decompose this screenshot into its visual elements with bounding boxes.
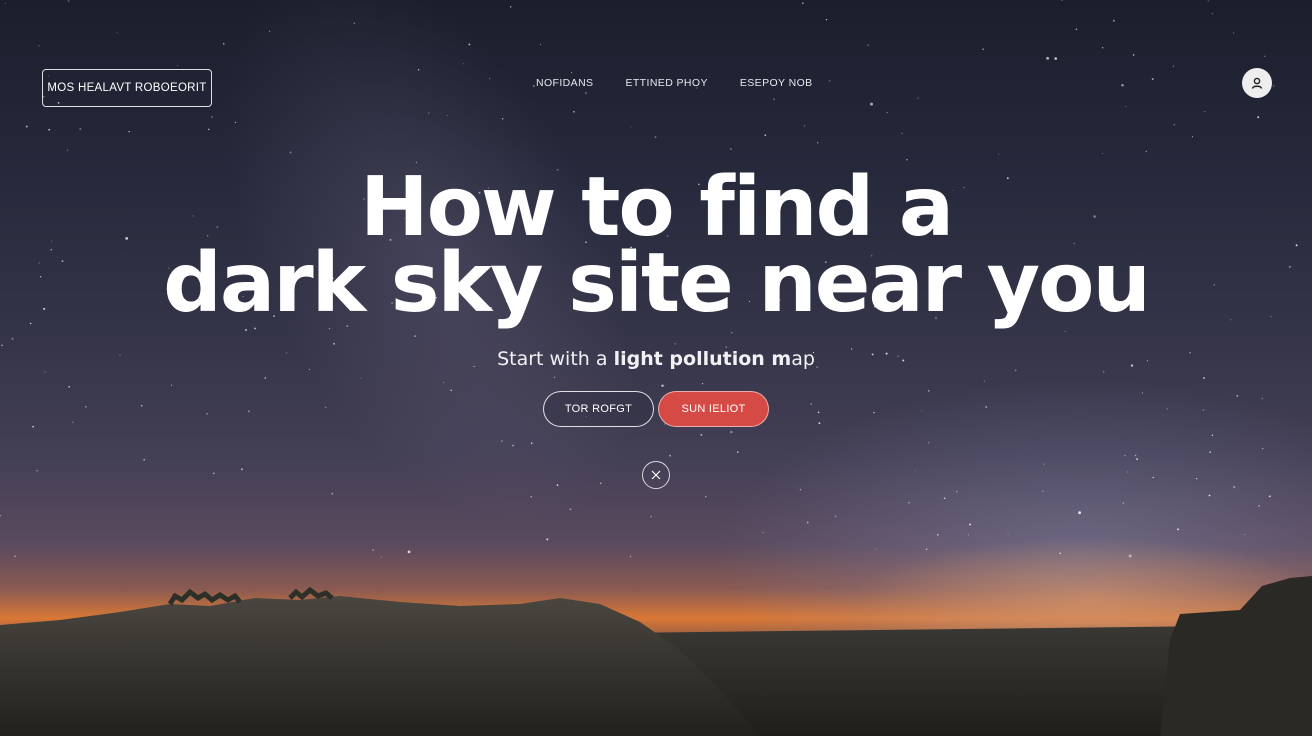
page-title: How to find a dark sky site near you (0, 160, 1312, 331)
close-icon (651, 470, 661, 480)
nav-link-3[interactable]: ESEPOY NOB (736, 77, 817, 89)
subtitle-suffix: ap (791, 348, 815, 370)
user-icon (1251, 77, 1263, 89)
primary-cta-button[interactable]: SUN IELIOT (658, 391, 769, 427)
secondary-cta-button[interactable]: TOR ROFGT (543, 391, 654, 427)
close-button[interactable] (642, 461, 670, 489)
hero-section: MOS HEALAVT ROBOEORIT NOFIDANS ETTINED P… (0, 0, 1312, 736)
title-line-1: How to find a (359, 160, 954, 255)
hero-subtitle: Start with a light pollution map (0, 348, 1312, 370)
user-avatar-button[interactable] (1242, 68, 1272, 98)
subtitle-bold: light pollution m (613, 348, 792, 370)
nav-link-2[interactable]: ETTINED PHOY (621, 77, 711, 89)
nav-link-1[interactable]: NOFIDANS (532, 77, 597, 89)
cta-row: TOR ROFGT SUN IELIOT (543, 391, 769, 427)
brand-button[interactable]: MOS HEALAVT ROBOEORIT (42, 69, 212, 107)
subtitle-prefix: Start with a (497, 348, 614, 370)
main-nav: NOFIDANS ETTINED PHOY ESEPOY NOB (532, 77, 817, 89)
title-line-2: dark sky site near you (163, 236, 1151, 331)
